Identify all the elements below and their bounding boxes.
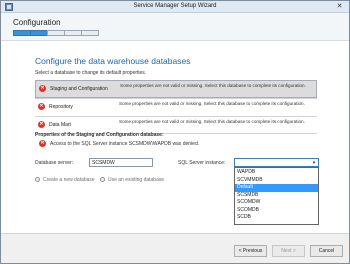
sql-instance-options: WAPDB SCVMMDB Default SCSMDB SCOMDW SCOM… (234, 167, 319, 225)
radio-label: Use an existing database (108, 177, 165, 183)
progress-step (64, 30, 82, 36)
radio-circle[interactable] (35, 177, 40, 182)
dropdown-option[interactable]: SCOMDW (235, 199, 318, 207)
wizard-content: Configure the data warehouse databases S… (1, 41, 349, 233)
wizard-header: Configuration (1, 13, 349, 41)
database-status-message: Some properties are not valid or missing… (119, 101, 305, 106)
chevron-down-icon[interactable]: ▾ (311, 160, 317, 166)
window-title: Service Manager Setup Wizard (133, 3, 217, 9)
page-title: Configuration (13, 18, 61, 27)
database-status-message: Some properties are not valid or missing… (120, 83, 306, 88)
database-row-staging[interactable]: ✕ Staging and Configuration Some propert… (35, 80, 317, 98)
close-button[interactable]: ✕ (332, 2, 347, 11)
dropdown-option[interactable]: SCVMMDB (235, 177, 318, 185)
radio-circle[interactable] (100, 177, 105, 182)
wizard-footer: < Previous Next > Cancel (1, 233, 349, 263)
radio-label: Create a new database (43, 177, 95, 183)
dropdown-option[interactable]: SCOMDB (235, 207, 318, 215)
database-server-input[interactable] (89, 158, 153, 167)
database-name: Repository (49, 104, 73, 110)
wizard-progress-bar (13, 30, 101, 36)
database-row-repository[interactable]: ✕ Repository Some properties are not val… (35, 98, 317, 116)
progress-step (13, 30, 31, 36)
progress-step (47, 30, 65, 36)
error-icon: ✕ (38, 103, 45, 110)
properties-heading: Properties of the Staging and Configurat… (35, 132, 164, 138)
title-bar: Service Manager Setup Wizard ✕ (1, 1, 349, 13)
progress-step (30, 30, 48, 36)
access-error-message: Access to the SQL Server instance SCSMDW… (50, 141, 200, 147)
previous-button[interactable]: < Previous (234, 245, 267, 257)
section-heading: Configure the data warehouse databases (35, 56, 191, 66)
next-button[interactable]: Next > (272, 245, 305, 257)
database-name: Staging and Configuration (50, 86, 108, 92)
dropdown-option[interactable]: SCDB (235, 214, 318, 222)
error-icon: ✕ (39, 140, 46, 147)
wizard-window: Service Manager Setup Wizard ✕ Configura… (0, 0, 350, 264)
database-name: Data Mart (49, 122, 71, 128)
sql-instance-dropdown[interactable]: ▾ (234, 158, 319, 167)
instruction-text: Select a database to change its default … (35, 70, 147, 76)
dropdown-option[interactable]: WAPDB (235, 169, 318, 177)
error-icon: ✕ (38, 121, 45, 128)
database-server-label: Database server: (35, 160, 74, 166)
sql-instance-label: SQL Server instance: (178, 160, 226, 166)
progress-step (81, 30, 99, 36)
error-icon: ✕ (39, 85, 46, 92)
dropdown-option[interactable]: SCSMDB (235, 192, 318, 200)
cancel-button[interactable]: Cancel (310, 245, 343, 257)
dropdown-option-highlighted[interactable]: Default (235, 184, 318, 192)
database-status-message: Some properties are not valid or missing… (119, 119, 305, 124)
